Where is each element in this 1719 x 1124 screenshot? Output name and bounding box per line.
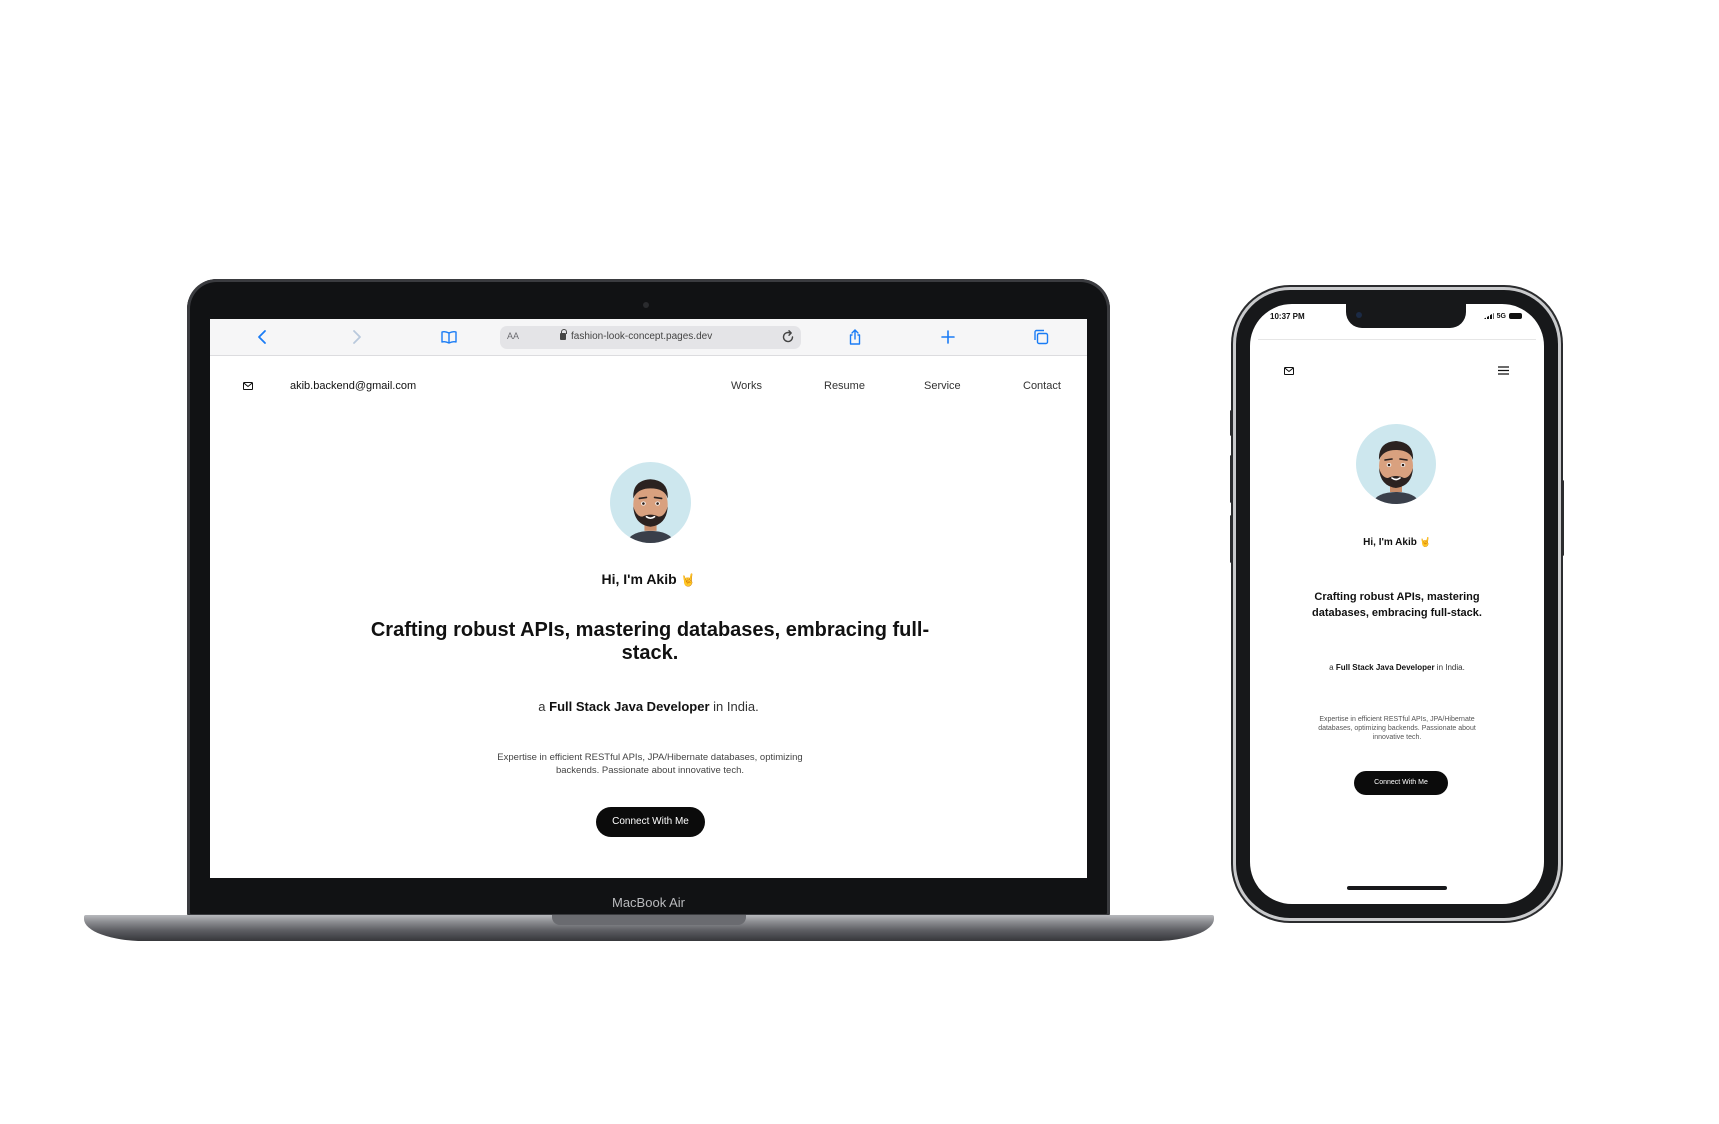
role-line: a Full Stack Java Developer in India.: [1329, 663, 1465, 672]
lock-icon: [560, 329, 567, 340]
mobile-site: Hi, I'm Akib 🤘 Crafting robust APIs, mas…: [1258, 339, 1536, 889]
bio-text: Expertise in efficient RESTful APIs, JPA…: [1318, 716, 1476, 741]
phone-power-button: [1561, 480, 1564, 556]
home-indicator: [1347, 886, 1447, 890]
forward-icon[interactable]: [347, 328, 365, 346]
headline: Crafting robust APIs, mastering database…: [370, 619, 930, 664]
greeting: Hi, I'm Akib 🤘: [1363, 537, 1431, 548]
connect-button[interactable]: Connect With Me: [1354, 771, 1448, 795]
avatar: [610, 462, 691, 543]
laptop-brand-label: MacBook Air: [612, 895, 685, 910]
phone-frame: 10:37 PM 5G Hi, I'm Akib 🤘 Crafting robu…: [1230, 290, 1564, 918]
laptop-base: [84, 915, 1214, 941]
address-bar[interactable]: AA fashion-look-concept.pages.dev: [500, 326, 801, 349]
role-line: a Full Stack Java Developer in India.: [538, 699, 759, 714]
nav-resume[interactable]: Resume: [824, 380, 865, 392]
text-size-button[interactable]: AA: [507, 331, 519, 341]
reload-icon[interactable]: [780, 329, 796, 345]
phone-camera: [1356, 312, 1362, 318]
phone-notch: [1346, 304, 1466, 328]
nav-service[interactable]: Service: [924, 380, 961, 392]
tabs-icon[interactable]: [1032, 328, 1050, 346]
rock-hand-emoji: 🤘: [1419, 537, 1431, 547]
mail-icon[interactable]: [243, 382, 253, 390]
email-link[interactable]: akib.backend@gmail.com: [290, 380, 416, 392]
network-label: 5G: [1496, 313, 1506, 320]
rock-hand-emoji: 🤘: [680, 573, 696, 587]
nav-contact[interactable]: Contact: [1023, 380, 1061, 392]
mail-icon[interactable]: [1284, 367, 1294, 375]
signal-icon: [1483, 313, 1494, 319]
hamburger-menu-icon[interactable]: [1498, 366, 1509, 375]
laptop-hinge-notch: [552, 915, 746, 925]
browser-toolbar: AA fashion-look-concept.pages.dev: [210, 319, 1087, 356]
back-icon[interactable]: [254, 328, 272, 346]
laptop-screen: AA fashion-look-concept.pages.dev akib.b…: [210, 319, 1087, 878]
site-header: akib.backend@gmail.com Works Resume Serv…: [210, 356, 1087, 416]
share-icon[interactable]: [846, 328, 864, 346]
headline: Crafting robust APIs, mastering database…: [1312, 591, 1482, 619]
phone-screen: 10:37 PM 5G Hi, I'm Akib 🤘 Crafting robu…: [1250, 304, 1544, 904]
url-text: fashion-look-concept.pages.dev: [571, 331, 713, 342]
book-icon[interactable]: [440, 328, 458, 346]
battery-icon: [1509, 313, 1522, 319]
phone-volume-up: [1230, 455, 1233, 503]
connect-button[interactable]: Connect With Me: [596, 807, 705, 837]
greeting: Hi, I'm Akib 🤘: [601, 571, 696, 587]
nav-works[interactable]: Works: [731, 380, 762, 392]
bio-text: Expertise in efficient RESTful APIs, JPA…: [497, 752, 803, 776]
status-indicators: 5G: [1483, 313, 1522, 320]
phone-mute-switch: [1230, 410, 1233, 436]
laptop-camera: [643, 302, 649, 308]
laptop-frame: AA fashion-look-concept.pages.dev akib.b…: [187, 279, 1110, 917]
avatar: [1356, 424, 1436, 504]
plus-icon[interactable]: [939, 328, 957, 346]
phone-volume-down: [1230, 515, 1233, 563]
status-time: 10:37 PM: [1270, 312, 1305, 321]
